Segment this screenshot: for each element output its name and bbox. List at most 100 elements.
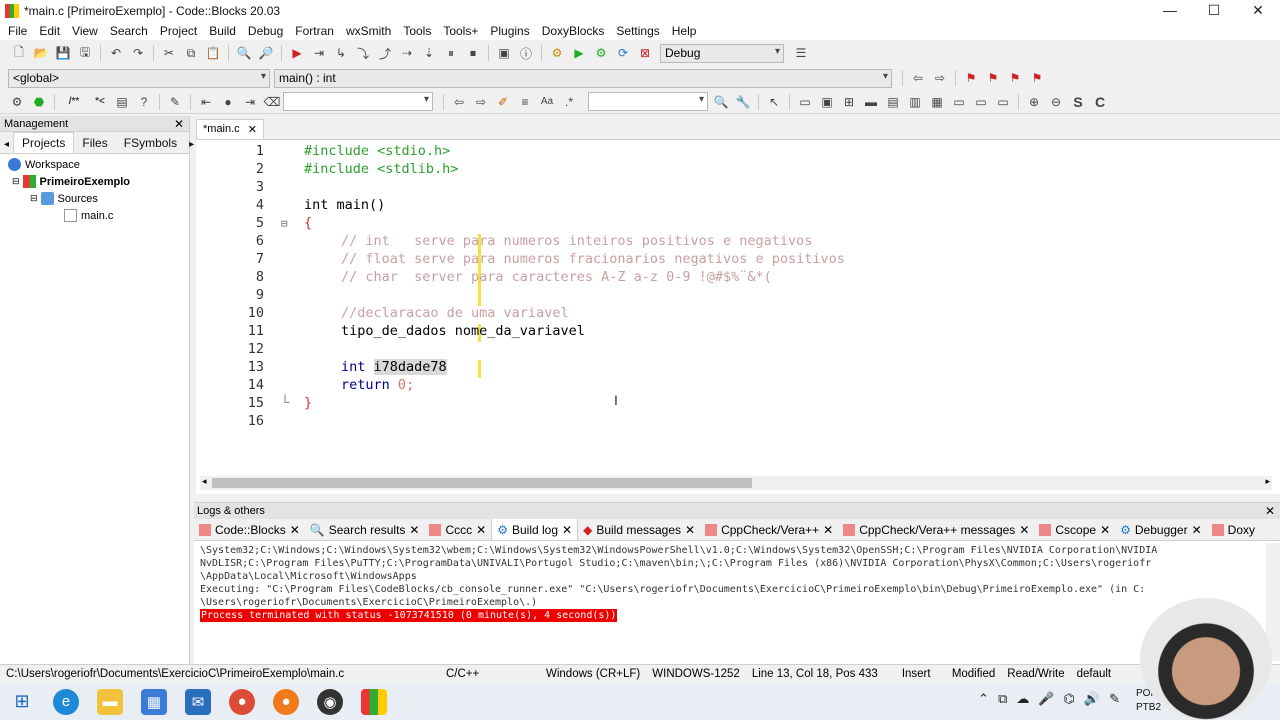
debug-windows-icon[interactable]: ▣ [495,44,513,62]
tab-debugger[interactable]: ⚙ Debugger ✕ [1115,519,1207,540]
menu-doxyblocks[interactable]: DoxyBlocks [536,24,611,38]
wildcard-icon[interactable]: .* [560,93,578,111]
tree-folder[interactable]: ⊟ Sources [0,190,189,207]
close-icon[interactable]: ✕ [823,523,833,537]
jump-back-icon[interactable]: ⇦ [909,69,927,87]
menu-debug[interactable]: Debug [242,24,289,38]
debug-run-icon[interactable]: ▶ [288,44,306,62]
close-button[interactable]: ✕ [1236,0,1280,22]
close-icon[interactable]: ✕ [409,523,419,537]
scroll-left-icon[interactable]: ◂ [202,476,207,487]
redo-icon[interactable]: ↷ [129,44,147,62]
close-icon[interactable]: ✕ [1265,503,1275,519]
run-to-cursor-icon[interactable]: ⇥ [310,44,328,62]
horizontal-scrollbar[interactable]: ◂ ▸ [200,476,1272,490]
doxywizard-icon[interactable]: ▤ [113,93,131,111]
codeblocks-taskbar-icon[interactable] [361,688,387,715]
next-breakpoint-icon[interactable]: ⇥ [241,93,259,111]
scroll-right-icon[interactable]: ▸ [1265,476,1270,487]
forward-arrow-icon[interactable]: ⇨ [472,93,490,111]
tab-doxy[interactable]: Doxy [1207,519,1260,540]
replace-icon[interactable]: 🔎 [257,44,275,62]
step-instruction-icon[interactable]: ⇣ [420,44,438,62]
search-combo[interactable]: ▾ [283,92,433,111]
prev-breakpoint-icon[interactable]: ⇤ [197,93,215,111]
undo-icon[interactable]: ↶ [107,44,125,62]
jump-forward-icon[interactable]: ⇨ [931,69,949,87]
zoom-in-icon[interactable]: ⊕ [1025,93,1043,111]
compiler-icon[interactable]: ⚙ [8,93,26,111]
tree-file[interactable]: main.c [0,207,189,224]
firefox-icon[interactable]: ● [273,688,299,715]
copy-icon[interactable]: ⧉ [182,44,200,62]
zoom-search-icon[interactable]: 🔍 [712,93,730,111]
menu-tools[interactable]: Tools [397,24,437,38]
obs-icon[interactable]: ◉ [317,688,343,715]
panel-a-icon[interactable]: ▬ [862,93,880,111]
match-case-icon[interactable]: Aa [538,93,556,111]
menu-fortran[interactable]: Fortran [289,24,340,38]
close-icon[interactable]: ✕ [290,523,300,537]
find-icon[interactable]: 🔍 [235,44,253,62]
menu-search[interactable]: Search [104,24,154,38]
tab-fsymbols[interactable]: FSymbols [116,133,185,153]
find-combo[interactable]: ▾ [588,92,708,111]
menu-build[interactable]: Build [203,24,242,38]
tab-projects[interactable]: Projects [13,132,75,153]
close-icon[interactable]: ✕ [685,523,695,537]
maximize-button[interactable]: ☐ [1192,0,1236,22]
toggle-bookmark-icon[interactable]: ⚑ [962,69,980,87]
build-target-select[interactable]: Debug ▾ [660,43,784,63]
menu-project[interactable]: Project [154,24,203,38]
s-icon[interactable]: S [1069,93,1087,111]
various-info-icon[interactable]: ⓘ [517,44,535,62]
rect-icon[interactable]: ▭ [796,93,814,111]
tab-cppcheck-messages[interactable]: CppCheck/Vera++ messages ✕ [838,519,1034,540]
file-explorer-icon[interactable]: ▬ [97,688,123,715]
tab-codeblocks[interactable]: Code::Blocks ✕ [194,519,305,540]
tree-project[interactable]: ⊟ PrimeiroExemplo [0,173,189,190]
menu-tools-plus[interactable]: Tools+ [437,24,484,38]
chevron-up-icon[interactable]: ⌃ [978,691,989,707]
back-arrow-icon[interactable]: ⇦ [450,93,468,111]
comment-block-icon[interactable]: /** [61,93,87,111]
next-bookmark-icon[interactable]: ⚑ [1006,69,1024,87]
help-doc-icon[interactable]: ? [135,93,153,111]
frame-a-icon[interactable]: ▭ [950,93,968,111]
save-icon[interactable]: 💾 [54,44,72,62]
tab-files[interactable]: Files [74,133,115,153]
scope-select[interactable]: <global> ▾ [8,68,270,88]
store-icon[interactable]: ▦ [141,688,167,715]
next-line-icon[interactable]: ↳ [332,44,350,62]
close-icon[interactable]: ✕ [248,123,257,136]
close-icon[interactable]: ✕ [1100,523,1110,537]
pen-icon[interactable]: ✎ [1109,691,1120,707]
pen-icon[interactable]: ✎ [166,93,184,111]
zoom-out-icon[interactable]: ⊖ [1047,93,1065,111]
breakpoint-icon[interactable]: ● [219,93,237,111]
mail-icon[interactable]: ✉ [185,688,211,715]
paste-icon[interactable]: 📋 [204,44,222,62]
close-icon[interactable]: ✕ [1019,523,1029,537]
wifi-icon[interactable]: ⌬ [1064,691,1075,707]
network-icon[interactable]: ⧉ [998,691,1007,707]
save-all-icon[interactable]: 🖫 [76,44,94,62]
close-icon[interactable]: ✕ [174,116,184,132]
mic-icon[interactable]: 🎤 [1038,691,1054,707]
tab-search-results[interactable]: 🔍 Search results ✕ [305,519,425,540]
highlight-icon[interactable]: ✐ [494,93,512,111]
tab-build-messages[interactable]: ◆ Build messages ✕ [578,519,700,540]
minimize-button[interactable]: — [1148,0,1192,22]
open-file-icon[interactable]: 📂 [32,44,50,62]
menu-file[interactable]: File [2,24,33,38]
tab-scroll-left-icon[interactable]: ◂ [0,136,13,153]
regex-icon[interactable]: ≡ [516,93,534,111]
frame-b-icon[interactable]: ▭ [972,93,990,111]
menu-edit[interactable]: Edit [33,24,66,38]
menu-view[interactable]: View [66,24,104,38]
abort-icon[interactable]: ⊠ [636,44,654,62]
panel-d-icon[interactable]: ▦ [928,93,946,111]
pause-icon[interactable]: ⏸ [442,44,460,62]
cursor-icon[interactable]: ↖ [765,93,783,111]
fold-icon[interactable]: ⊟ [281,217,297,230]
